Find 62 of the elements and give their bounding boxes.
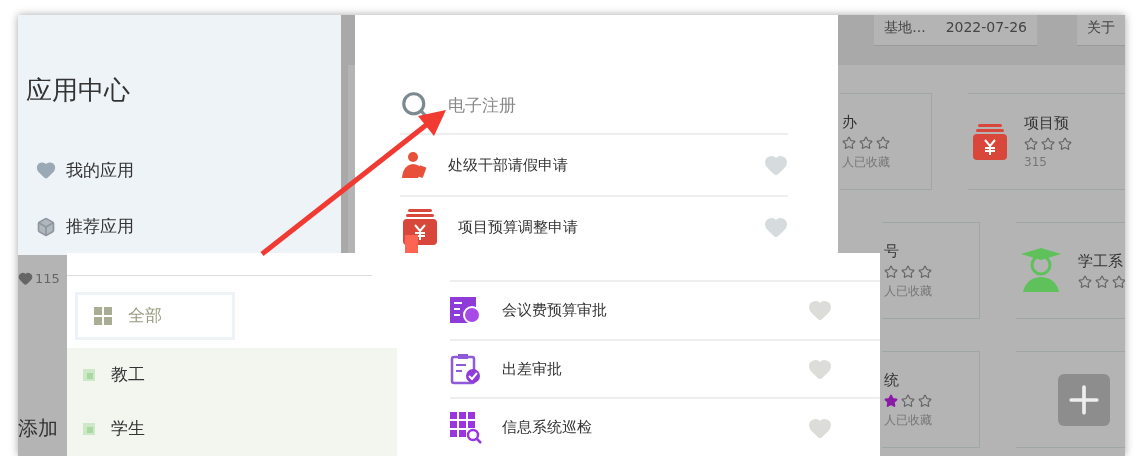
result-name[interactable]: 项目预算调整申请: [458, 217, 746, 237]
star-icon: [1024, 137, 1038, 151]
app-name: 统: [884, 370, 899, 390]
app-card[interactable]: 项目预 315: [968, 93, 1125, 190]
star-icon: [1078, 275, 1092, 289]
star-icon: [901, 393, 915, 408]
favorite-count: 人已收藏: [884, 282, 932, 300]
heart-icon[interactable]: [808, 298, 832, 323]
app-card[interactable]: 学工系: [1016, 222, 1125, 319]
star-icon: [859, 135, 873, 150]
notice-item[interactable]: 关于: [1077, 15, 1125, 46]
star-icon: [1112, 275, 1125, 289]
category-tab[interactable]: 学生: [67, 401, 397, 456]
app-card[interactable]: 统 人已收藏: [882, 351, 980, 448]
notice-title: 关于: [1087, 18, 1115, 37]
tile-icon: [83, 422, 95, 435]
cube-icon: [36, 216, 56, 237]
app-card[interactable]: 办 人已收藏: [840, 93, 932, 190]
section-title: 添加: [18, 415, 58, 442]
tile-icon: [83, 368, 95, 381]
app-name: 号: [884, 241, 899, 261]
star-icon: [842, 135, 856, 150]
add-icon[interactable]: [1058, 373, 1110, 426]
clipboard-icon: [450, 353, 482, 385]
jar-icon: [970, 121, 1010, 162]
sidebar-item[interactable]: 我的应用: [26, 142, 196, 199]
sidebar-item[interactable]: 推荐应用: [26, 198, 196, 255]
notice-item[interactable]: 基地... 2022-07-26: [874, 15, 1037, 46]
favorite-count: 人已收藏: [884, 411, 932, 429]
heart-icon: [18, 271, 33, 286]
search-field[interactable]: 电子注册: [446, 94, 750, 116]
app-name: 办: [842, 112, 857, 132]
notice-date: 2022-07-26: [945, 18, 1027, 37]
sidebar-title: 应用中心: [26, 74, 131, 107]
app-name: 项目预: [1024, 114, 1069, 133]
app-name: 学工系: [1078, 252, 1123, 271]
star-icon: [884, 393, 898, 408]
star-icon: [1058, 137, 1072, 151]
heart-icon[interactable]: [764, 153, 788, 177]
notice-title: 基地...: [884, 18, 926, 37]
result-name[interactable]: 会议费预算审批: [502, 300, 788, 320]
category-tab[interactable]: 教工: [67, 347, 397, 402]
grid-search-icon: [450, 411, 482, 444]
result-name[interactable]: 处级干部请假申请: [448, 155, 746, 175]
heart-icon[interactable]: [764, 215, 788, 239]
heart-icon: [36, 160, 56, 181]
grid-icon: [94, 306, 112, 325]
favorite-count: 315: [1024, 155, 1047, 169]
star-icon: [918, 264, 932, 279]
star-icon: [876, 135, 890, 150]
result-name[interactable]: 出差审批: [502, 359, 788, 379]
star-icon: [1041, 137, 1055, 151]
money-icon: [450, 295, 482, 326]
favorite-count: 115: [18, 271, 60, 286]
star-icon: [884, 264, 898, 279]
heart-icon[interactable]: [808, 357, 832, 381]
result-name[interactable]: 信息系统巡检: [502, 418, 788, 438]
star-icon: [918, 393, 932, 408]
star-icon: [901, 264, 915, 279]
favorite-count: 人已收藏: [842, 153, 890, 171]
app-card[interactable]: 号 人已收藏: [882, 222, 980, 319]
star-icon: [1095, 275, 1109, 289]
